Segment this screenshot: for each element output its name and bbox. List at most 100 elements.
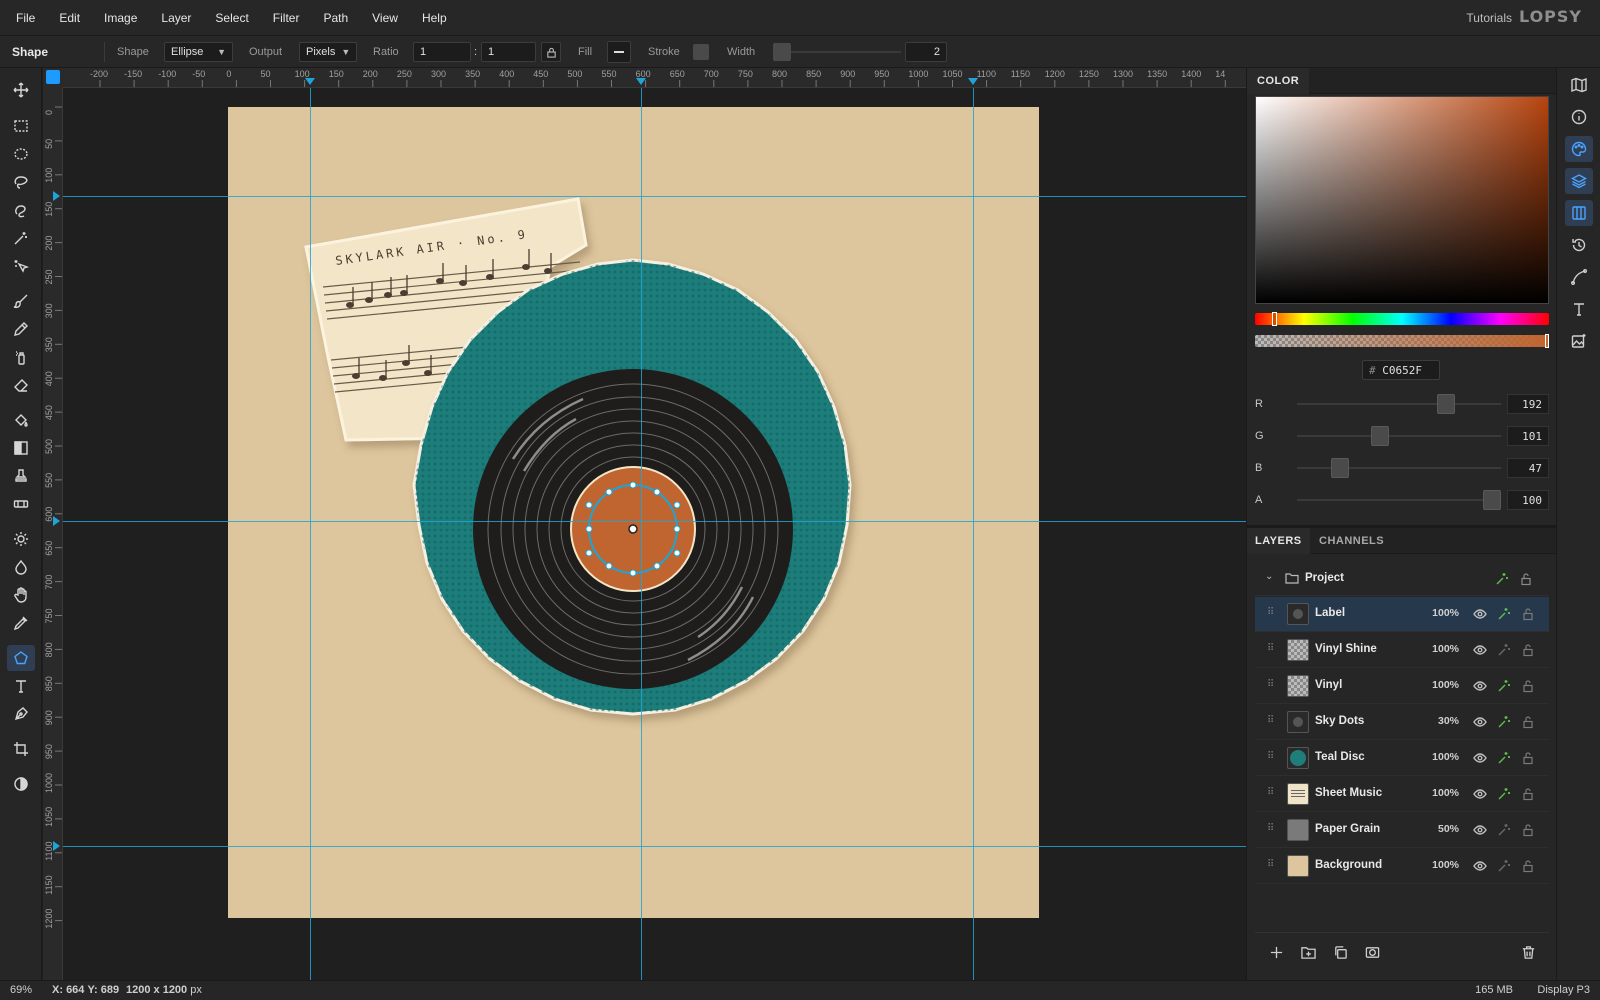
document-canvas[interactable]: SKYLARK AIR · No. 9 xyxy=(228,107,1039,918)
ratio-width-input[interactable] xyxy=(413,42,471,62)
guide-marker[interactable] xyxy=(305,78,315,85)
hue-slider-thumb[interactable] xyxy=(1272,312,1277,326)
rect-select-tool[interactable] xyxy=(7,113,35,139)
layer-row[interactable]: ⠿ Paper Grain 50% xyxy=(1255,813,1549,848)
chevron-down-icon[interactable]: ⌄ xyxy=(1265,571,1273,582)
guide-horizontal[interactable] xyxy=(63,521,1246,522)
green-channel-value[interactable]: 101 xyxy=(1507,426,1549,446)
eraser-tool[interactable] xyxy=(7,372,35,398)
ratio-height-input[interactable] xyxy=(481,42,536,62)
drag-handle-icon[interactable]: ⠿ xyxy=(1267,751,1274,762)
unlock-icon[interactable] xyxy=(1521,823,1535,837)
ellipse-select-tool[interactable] xyxy=(7,141,35,167)
drag-handle-icon[interactable]: ⠿ xyxy=(1267,679,1274,690)
duplicate-layer-button[interactable] xyxy=(1329,941,1351,963)
layer-opacity[interactable]: 50% xyxy=(1415,823,1459,835)
menu-edit[interactable]: Edit xyxy=(47,11,92,25)
fill-none-swatch[interactable] xyxy=(607,41,631,63)
clone-tool[interactable] xyxy=(7,344,35,370)
guide-horizontal[interactable] xyxy=(63,846,1246,847)
unlock-icon[interactable] xyxy=(1519,572,1533,589)
drag-handle-icon[interactable]: ⠿ xyxy=(1267,787,1274,798)
alpha-channel-value[interactable]: 100 xyxy=(1507,490,1549,510)
color-panel-button[interactable] xyxy=(1565,136,1593,162)
hex-input[interactable]: # C0652F xyxy=(1362,360,1440,380)
ratio-lock-button[interactable] xyxy=(541,42,561,62)
add-mask-button[interactable] xyxy=(1361,941,1383,963)
stroke-color-swatch[interactable] xyxy=(693,44,709,60)
delete-layer-button[interactable] xyxy=(1517,941,1539,963)
layer-row[interactable]: ⠿ Label 100% xyxy=(1255,597,1549,632)
character-panel-button[interactable] xyxy=(1565,296,1593,322)
alpha-slider[interactable] xyxy=(1255,334,1549,348)
layer-name[interactable]: Vinyl xyxy=(1315,679,1342,691)
blue-channel-slider[interactable]: B 47 xyxy=(1255,458,1549,478)
layer-row[interactable]: ⠿ Sky Dots 30% xyxy=(1255,705,1549,740)
unlock-icon[interactable] xyxy=(1521,679,1535,693)
image-adjust-panel-button[interactable] xyxy=(1565,328,1593,354)
guide-horizontal[interactable] xyxy=(63,196,1246,197)
layer-name[interactable]: Teal Disc xyxy=(1315,751,1365,763)
slider-knob[interactable] xyxy=(1483,490,1501,510)
effects-icon[interactable] xyxy=(1497,679,1511,693)
brush-tool[interactable] xyxy=(7,288,35,314)
eye-icon[interactable] xyxy=(1473,643,1487,657)
guide-marker[interactable] xyxy=(53,516,60,526)
shape-select[interactable]: Ellipse ▼ xyxy=(164,42,233,62)
drag-handle-icon[interactable]: ⠿ xyxy=(1267,607,1274,618)
menu-view[interactable]: View xyxy=(360,11,410,25)
magic-wand-tool[interactable] xyxy=(7,225,35,251)
burn-tool[interactable] xyxy=(7,554,35,580)
unlock-icon[interactable] xyxy=(1521,715,1535,729)
eye-icon[interactable] xyxy=(1473,607,1487,621)
alpha-channel-slider[interactable]: A 100 xyxy=(1255,490,1549,510)
slider-knob[interactable] xyxy=(1370,426,1389,446)
layers-panel-button[interactable] xyxy=(1565,168,1593,194)
red-channel-value[interactable]: 192 xyxy=(1507,394,1549,414)
unlock-icon[interactable] xyxy=(1521,643,1535,657)
slider-knob[interactable] xyxy=(1437,394,1456,414)
dodge-tool[interactable] xyxy=(7,526,35,552)
effects-icon[interactable] xyxy=(1495,572,1509,589)
layer-row[interactable]: ⠿ Vinyl 100% xyxy=(1255,669,1549,704)
tab-channels[interactable]: CHANNELS xyxy=(1313,528,1390,554)
alpha-slider-thumb[interactable] xyxy=(1545,334,1549,348)
unlock-icon[interactable] xyxy=(1521,751,1535,765)
patch-tool[interactable] xyxy=(7,491,35,517)
output-select[interactable]: Pixels ▼ xyxy=(299,42,357,62)
pen-tool[interactable] xyxy=(7,701,35,727)
channels-panel-button[interactable] xyxy=(1565,200,1593,226)
add-layer-button[interactable] xyxy=(1265,941,1287,963)
layer-name[interactable]: Sheet Music xyxy=(1315,787,1382,799)
add-group-button[interactable] xyxy=(1297,941,1319,963)
effects-icon[interactable] xyxy=(1497,643,1511,657)
layer-opacity[interactable]: 100% xyxy=(1415,859,1459,871)
layer-name[interactable]: Paper Grain xyxy=(1315,823,1380,835)
fill-tool[interactable] xyxy=(7,407,35,433)
layer-opacity[interactable]: 30% xyxy=(1415,715,1459,727)
eye-icon[interactable] xyxy=(1473,859,1487,873)
layer-opacity[interactable]: 100% xyxy=(1415,643,1459,655)
layer-name[interactable]: Label xyxy=(1315,607,1345,619)
layer-row[interactable]: ⠿ Teal Disc 100% xyxy=(1255,741,1549,776)
eye-icon[interactable] xyxy=(1473,715,1487,729)
layer-row[interactable]: ⠿ Sheet Music 100% xyxy=(1255,777,1549,812)
layer-name[interactable]: Background xyxy=(1315,859,1382,871)
drag-handle-icon[interactable]: ⠿ xyxy=(1267,823,1274,834)
guide-marker[interactable] xyxy=(636,78,646,85)
layer-row[interactable]: ⠿ Background 100% xyxy=(1255,849,1549,884)
drag-handle-icon[interactable]: ⠿ xyxy=(1267,643,1274,654)
unlock-icon[interactable] xyxy=(1521,859,1535,873)
effects-icon[interactable] xyxy=(1497,607,1511,621)
width-slider[interactable] xyxy=(773,42,901,62)
tab-layers[interactable]: LAYERS xyxy=(1247,528,1310,554)
guide-marker[interactable] xyxy=(968,78,978,85)
slider-knob[interactable] xyxy=(1331,458,1350,478)
green-channel-slider[interactable]: G 101 xyxy=(1255,426,1549,446)
eye-icon[interactable] xyxy=(1473,823,1487,837)
gradient-tool[interactable] xyxy=(7,435,35,461)
layer-row[interactable]: ⠿ Vinyl Shine 100% xyxy=(1255,633,1549,668)
width-slider-knob[interactable] xyxy=(773,43,791,61)
menu-image[interactable]: Image xyxy=(92,11,149,25)
width-input[interactable] xyxy=(905,42,947,62)
